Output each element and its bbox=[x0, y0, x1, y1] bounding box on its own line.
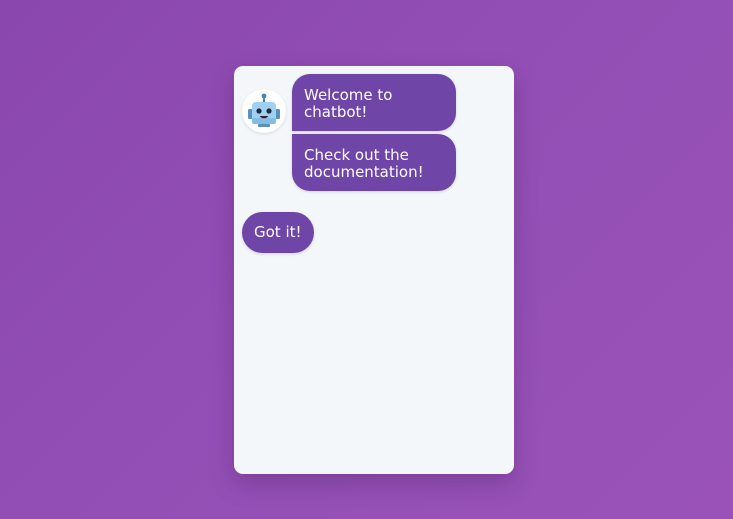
bot-message: Welcome to chatbot! bbox=[292, 74, 456, 131]
user-reply-option[interactable]: Got it! bbox=[242, 212, 314, 253]
robot-icon bbox=[248, 93, 280, 127]
bot-avatar bbox=[242, 89, 286, 133]
bot-message: Check out the documentation! bbox=[292, 134, 456, 191]
chat-window: Welcome to chatbot! Check out the docume… bbox=[234, 66, 514, 474]
